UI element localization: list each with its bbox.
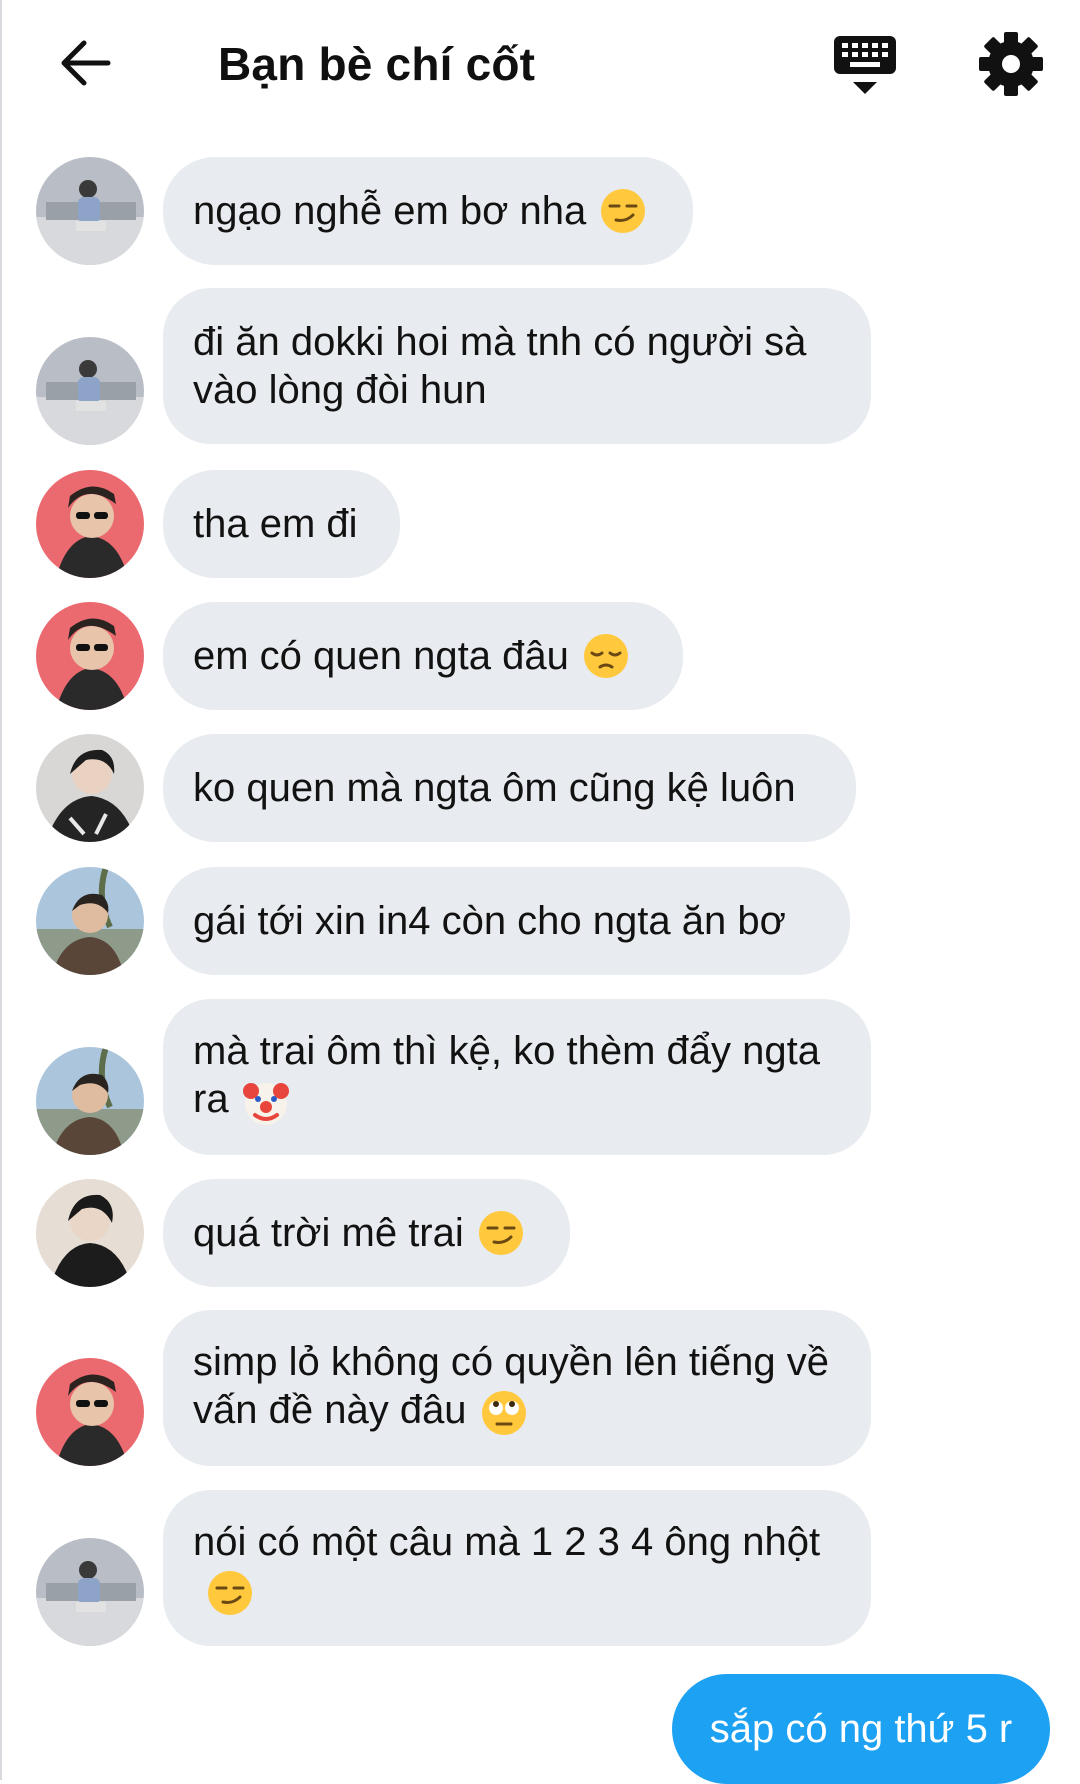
avatar-photo (36, 867, 144, 975)
message-text: gái tới xin in4 còn cho ngta ăn bơ (193, 899, 786, 943)
avatar-photo (36, 1047, 144, 1155)
eye-roll-emoji-icon (481, 1390, 526, 1435)
avatar[interactable] (36, 602, 144, 710)
avatar-photo (36, 1358, 144, 1466)
avatar[interactable] (36, 1358, 144, 1466)
message-bubble[interactable]: mà trai ôm thì kệ, ko thèm đẩy ngta ra (163, 999, 871, 1155)
smirk-emoji-icon (208, 1570, 252, 1615)
avatar-photo (36, 602, 144, 710)
message-text: simp lỏ không có quyền lên tiếng về vấn … (193, 1338, 833, 1437)
my-message-text: sắp có ng thứ 5 r (709, 1706, 1013, 1751)
message-text: quá trời mê trai (193, 1211, 464, 1255)
message-text: ngạo nghễ em bơ nha (193, 189, 587, 233)
my-message-bubble[interactable]: sắp có ng thứ 5 r (672, 1674, 1050, 1784)
message-text: đi ăn dokki hoi mà tnh có người sà vào l… (193, 320, 818, 412)
avatar[interactable] (36, 1047, 144, 1155)
pensive-emoji-icon (583, 634, 628, 678)
avatar-photo (36, 337, 144, 445)
message-bubble[interactable]: simp lỏ không có quyền lên tiếng về vấn … (163, 1310, 871, 1466)
message-text: nói có một câu mà 1 2 3 4 ông nhột (193, 1518, 833, 1617)
message-bubble[interactable]: quá trời mê trai (163, 1179, 570, 1287)
message-bubble[interactable]: gái tới xin in4 còn cho ngta ăn bơ (163, 867, 850, 975)
message-bubble[interactable]: ko quen mà ngta ôm cũng kệ luôn (163, 734, 856, 842)
avatar[interactable] (36, 470, 144, 578)
message-text: em có quen ngta đâu (193, 634, 569, 678)
message-text: ko quen mà ngta ôm cũng kệ luôn (193, 766, 796, 810)
avatar[interactable] (36, 734, 144, 842)
message-bubble[interactable]: nói có một câu mà 1 2 3 4 ông nhột (163, 1490, 871, 1646)
message-text-body: nói có một câu mà 1 2 3 4 ông nhột (193, 1520, 821, 1565)
message-bubble[interactable]: tha em đi (163, 470, 400, 578)
avatar[interactable] (36, 337, 144, 445)
smirk-emoji-icon (601, 189, 646, 233)
avatar[interactable] (36, 157, 144, 265)
avatar[interactable] (36, 1179, 144, 1287)
clown-emoji-icon (242, 1082, 289, 1125)
avatar-photo (36, 157, 144, 265)
smirk-emoji-icon (478, 1211, 523, 1255)
message-text: mà trai ôm thì kệ, ko thèm đẩy ngta ra (193, 1027, 833, 1126)
message-text: tha em đi (193, 502, 358, 546)
avatar-photo (36, 1179, 144, 1287)
avatar[interactable] (36, 867, 144, 975)
message-bubble[interactable]: em có quen ngta đâu (163, 602, 683, 710)
message-bubble[interactable]: đi ăn dokki hoi mà tnh có người sà vào l… (163, 288, 871, 444)
avatar[interactable] (36, 1538, 144, 1646)
message-list: ngạo nghễ em bơ nha đi ăn dokki hoi mà t… (0, 0, 1080, 1784)
avatar-photo (36, 1538, 144, 1646)
avatar-photo (36, 734, 144, 842)
message-bubble[interactable]: ngạo nghễ em bơ nha (163, 157, 693, 265)
avatar-photo (36, 470, 144, 578)
